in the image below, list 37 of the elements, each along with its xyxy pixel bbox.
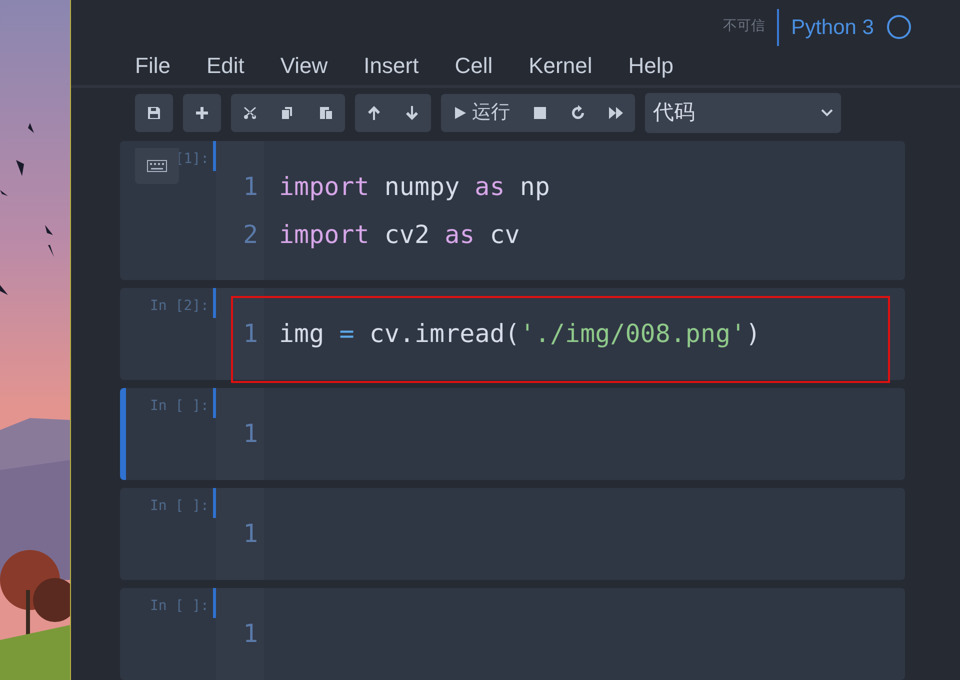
menu-item[interactable]: Help xyxy=(616,49,686,82)
line-number: 1 xyxy=(242,618,259,650)
menu-item[interactable]: File xyxy=(123,49,182,82)
scissors-icon xyxy=(242,105,258,121)
plus-icon xyxy=(194,105,210,121)
menu-item[interactable]: Cell xyxy=(442,49,505,82)
line-number: 1 xyxy=(242,418,259,450)
line-number: 1 xyxy=(242,171,259,204)
arrow-up-icon xyxy=(366,105,382,121)
kernel-name[interactable]: Python 3 xyxy=(791,12,874,44)
menu-item[interactable]: Insert xyxy=(352,49,431,82)
cell-prompt: In [ ]: xyxy=(150,597,210,616)
restart-icon xyxy=(570,105,586,121)
stop-icon xyxy=(532,105,548,121)
save-icon xyxy=(146,105,162,121)
line-number: 1 xyxy=(242,518,259,550)
chevron-down-icon xyxy=(821,109,833,117)
line-number: 2 xyxy=(242,219,259,252)
menu-item[interactable]: Kernel xyxy=(516,49,604,82)
cell-prompt: In [ ]: xyxy=(150,397,210,416)
code-line: import cv2 as cv xyxy=(279,219,520,252)
keyboard-shortcuts-button[interactable] xyxy=(135,148,179,184)
kernel-idle-icon xyxy=(886,14,912,40)
menu-item[interactable]: Edit xyxy=(194,49,256,82)
clipboard-icon xyxy=(318,105,334,121)
code-cell[interactable]: In [2]: 1 img = cv.imread('./img/008.png') xyxy=(120,288,905,380)
cell-prompt: In [2]: xyxy=(150,297,210,316)
code-line: img = cv.imread('./img/008.png') xyxy=(279,318,761,350)
menu-item[interactable]: View xyxy=(268,49,340,82)
cell-type-dropdown[interactable]: 代码 xyxy=(645,93,841,133)
fast-forward-icon xyxy=(608,105,624,121)
keyboard-icon xyxy=(147,160,167,172)
line-number: 1 xyxy=(242,318,259,350)
play-icon xyxy=(452,105,468,121)
cell-prompt: In [ ]: xyxy=(150,497,210,516)
code-line: import numpy as np xyxy=(279,171,550,204)
arrow-down-icon xyxy=(404,105,420,121)
